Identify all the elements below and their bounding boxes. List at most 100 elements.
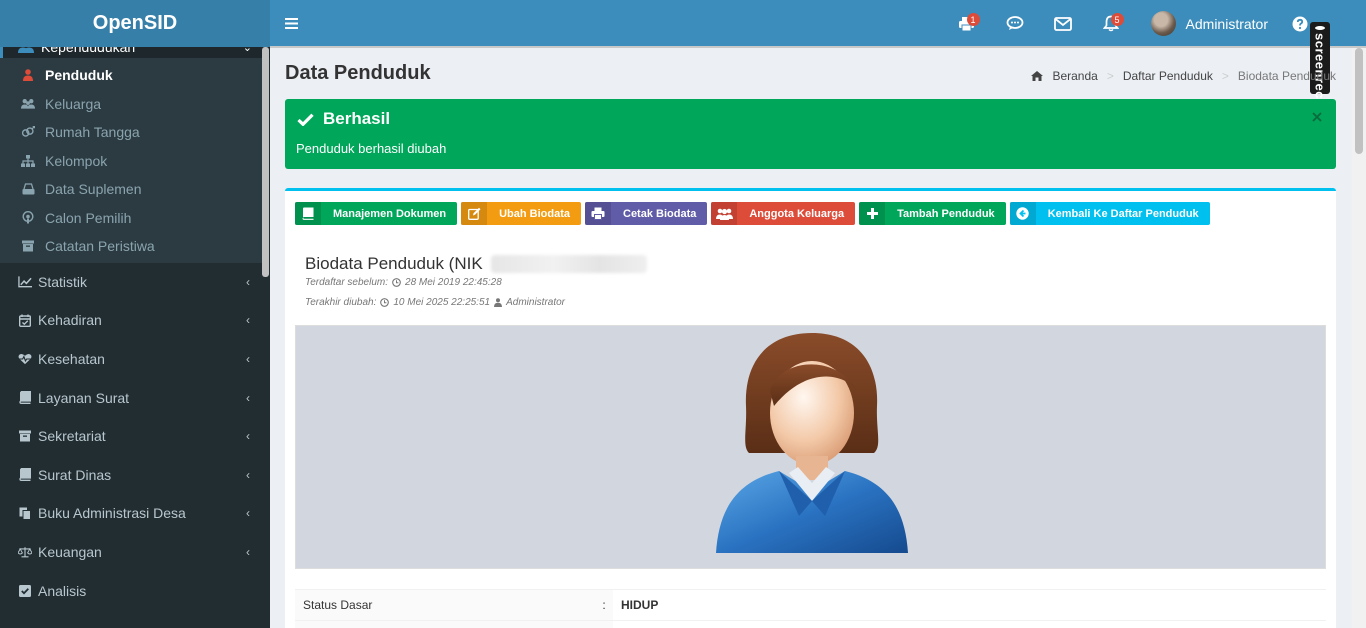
arrow-circle-left-icon [1009, 202, 1036, 225]
sidebar-item-buku-administrasi-desa[interactable]: Buku Administrasi Desa ‹ [0, 494, 270, 533]
users-icon [711, 202, 738, 225]
users-icon [18, 47, 34, 53]
submenu-item-label: Penduduk [45, 67, 113, 84]
sidebar-item-label: Kependudukan [41, 47, 136, 55]
registered-label: Terdaftar sebelum: [305, 277, 389, 288]
success-alert: Berhasil Penduduk berhasil diubah [285, 99, 1336, 169]
biodata-title-text: Biodata Penduduk (NIK [305, 254, 483, 273]
button-label: Tambah Penduduk [897, 207, 995, 220]
table-row: Status Dasar : HIDUP [295, 589, 1326, 621]
breadcrumb-separator: > [1221, 69, 1229, 83]
sidebar-item-layanan-surat[interactable]: Layanan Surat ‹ [0, 378, 270, 417]
sidebar-item-statistik[interactable]: Statistik ‹ [0, 263, 270, 302]
sidebar-item-label: Kesehatan [38, 350, 105, 367]
status-separator: : [595, 589, 613, 621]
calendar-check-icon [18, 314, 32, 327]
sidebar-item-surat-dinas[interactable]: Surat Dinas ‹ [0, 455, 270, 494]
notifications-button[interactable]: 5 [1087, 0, 1135, 47]
sidebar: Kependudukan ⌄ Penduduk Keluarga Rumah T… [0, 47, 270, 628]
archive-icon [21, 240, 35, 252]
chevron-left-icon: ‹ [246, 274, 250, 289]
navbar-right: 1 5 Administrator [943, 0, 1366, 47]
button-label: Cetak Biodata [623, 207, 697, 220]
brand-logo[interactable]: OpenSID [0, 0, 270, 47]
sidebar-item-sekretariat[interactable]: Sekretariat ‹ [0, 417, 270, 456]
button-label: Anggota Keluarga [749, 207, 845, 220]
breadcrumb-daftar-penduduk[interactable]: Daftar Penduduk [1123, 69, 1213, 83]
breadcrumb: Beranda > Daftar Penduduk > Biodata Pend… [1031, 69, 1336, 83]
table-cell [295, 620, 595, 628]
modified-label: Terakhir diubah: [305, 297, 377, 308]
sidebar-item-analisis[interactable]: Analisis [0, 571, 270, 610]
modified-info: Terakhir diubah: 10 Mei 2025 22:25:51 Ad… [305, 297, 565, 308]
tambah-penduduk-button[interactable]: Tambah Penduduk [859, 202, 1006, 225]
chevron-left-icon: ‹ [246, 467, 250, 482]
breadcrumb-home[interactable]: Beranda [1052, 69, 1097, 83]
comments-button[interactable] [991, 0, 1039, 47]
print-queue-button[interactable]: 1 [943, 0, 991, 47]
chevron-left-icon: ‹ [246, 544, 250, 559]
button-label: Ubah Biodata [499, 207, 570, 220]
button-label: Kembali Ke Daftar Penduduk [1047, 207, 1199, 220]
edit-icon [461, 202, 488, 225]
submenu-item-data-suplemen[interactable]: Data Suplemen [0, 175, 262, 204]
cetak-biodata-button[interactable]: Cetak Biodata [585, 202, 708, 225]
envelope-icon [1053, 16, 1072, 31]
photo-frame [295, 325, 1326, 569]
biodata-title: Biodata Penduduk (NIK [305, 254, 647, 274]
sidebar-item-label: Sekretariat [38, 428, 106, 445]
sitemap-icon [21, 154, 35, 167]
submenu-item-kelompok[interactable]: Kelompok [0, 147, 262, 176]
breadcrumb-separator: > [1106, 69, 1114, 83]
submenu-item-keluarga[interactable]: Keluarga [0, 90, 262, 119]
alert-close-button[interactable] [1312, 109, 1322, 127]
sidebar-item-label: Buku Administrasi Desa [38, 505, 186, 522]
chevron-down-icon: ⌄ [242, 47, 252, 54]
sidebar-scrollbar[interactable] [262, 47, 269, 277]
hamburger-icon [284, 18, 298, 29]
sidebar-toggle-button[interactable] [270, 0, 312, 47]
manajemen-dokumen-button[interactable]: Manajemen Dokumen [295, 202, 458, 225]
sidebar-item-kependudukan[interactable]: Kependudukan ⌄ [0, 47, 270, 58]
submenu-item-penduduk[interactable]: Penduduk [0, 61, 262, 90]
chevron-left-icon: ‹ [246, 506, 250, 521]
sidebar-item-keuangan[interactable]: Keuangan ‹ [0, 533, 270, 572]
table-row [295, 620, 1326, 628]
ubah-biodata-button[interactable]: Ubah Biodata [461, 202, 581, 225]
notification-badge: 5 [1110, 13, 1124, 26]
print-badge: 1 [966, 13, 980, 26]
anggota-keluarga-button[interactable]: Anggota Keluarga [711, 202, 856, 225]
chevron-left-icon: ‹ [246, 390, 250, 405]
print-icon [585, 202, 611, 225]
alert-title: Berhasil [297, 109, 390, 129]
scrollbar-thumb[interactable] [1355, 48, 1363, 154]
close-icon [1312, 112, 1322, 122]
alert-message: Penduduk berhasil diubah [296, 141, 447, 156]
book-icon [295, 202, 321, 225]
user-name: Administrator [1185, 15, 1268, 32]
comments-icon [1006, 16, 1023, 30]
submenu-item-rumah-tangga[interactable]: Rumah Tangga [0, 118, 262, 147]
content-wrapper: Data Penduduk Beranda > Daftar Penduduk … [270, 48, 1352, 628]
submenu-item-calon-pemilih[interactable]: Calon Pemilih [0, 204, 262, 233]
question-circle-icon [1292, 16, 1308, 31]
status-label: Status Dasar [295, 589, 595, 621]
clock-icon [380, 298, 390, 307]
chevron-left-icon: ‹ [246, 351, 250, 366]
submenu-item-label: Data Suplemen [45, 181, 142, 198]
female-avatar-icon [716, 333, 908, 553]
kembali-ke-daftar-button[interactable]: Kembali Ke Daftar Penduduk [1009, 202, 1210, 225]
hdd-icon [21, 183, 35, 195]
submenu-item-label: Keluarga [45, 95, 102, 112]
chevron-left-icon: ‹ [246, 429, 250, 444]
messages-button[interactable] [1039, 0, 1087, 47]
sidebar-item-kesehatan[interactable]: Kesehatan ‹ [0, 340, 270, 379]
page-scrollbar[interactable] [1352, 48, 1366, 628]
user-menu[interactable]: Administrator [1135, 0, 1286, 47]
submenu-item-catatan-peristiwa[interactable]: Catatan Peristiwa [0, 232, 262, 261]
podcast-icon [21, 211, 35, 224]
sidebar-item-kehadiran[interactable]: Kehadiran ‹ [0, 301, 270, 340]
book-icon [18, 468, 32, 482]
registered-info: Terdaftar sebelum: 28 Mei 2019 22:45:28 [305, 277, 502, 288]
submenu-item-label: Catatan Peristiwa [45, 238, 155, 255]
